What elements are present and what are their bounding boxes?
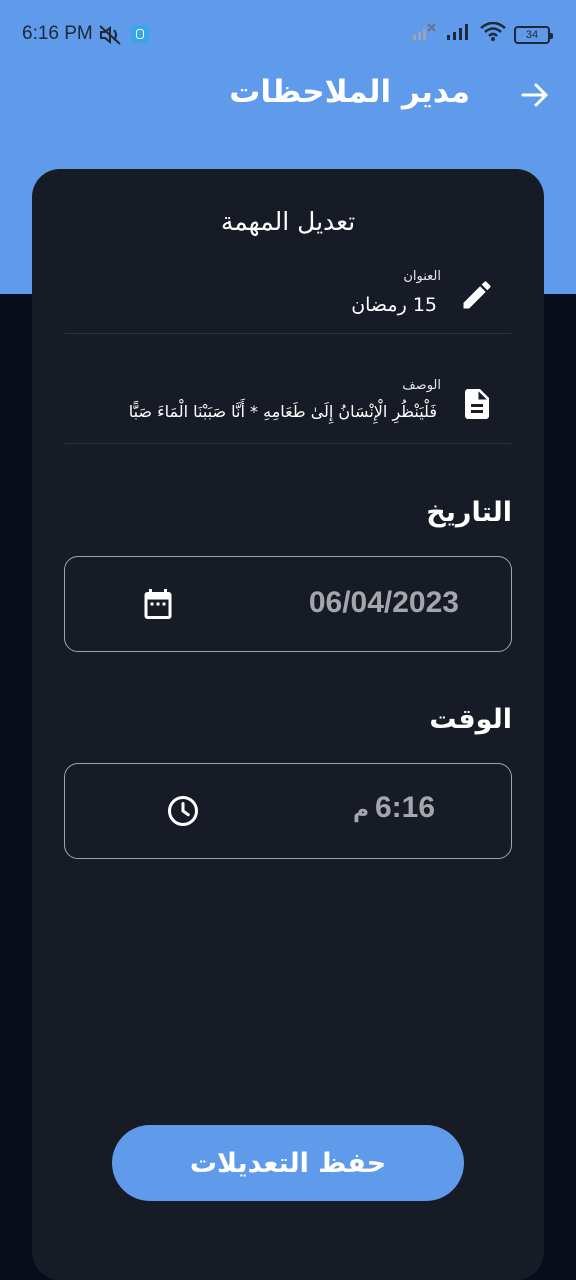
time-picker[interactable]: 6:16 م — [64, 763, 512, 859]
wifi-icon — [480, 21, 506, 47]
signal-off-icon — [412, 22, 438, 47]
description-field-value: فَلْيَنْظُرِ الْإِنْسَانُ إِلَىٰ طَعَامِ… — [128, 402, 437, 421]
app-title: مدير الملاحظات — [229, 74, 470, 110]
time-value: 6:16 — [374, 791, 435, 824]
card-heading: تعديل المهمة — [220, 207, 356, 236]
shield-app-icon — [131, 25, 149, 43]
clock-icon — [165, 793, 201, 829]
title-field[interactable]: العنوان 15 رمضان — [65, 262, 511, 334]
description-field-label: الوصف — [402, 378, 441, 393]
date-section-label: التاريخ — [426, 497, 512, 528]
date-picker[interactable]: 06/04/2023 — [64, 556, 512, 652]
date-value: 06/04/2023 — [308, 586, 459, 619]
title-field-label: العنوان — [403, 269, 441, 284]
signal-icon — [446, 22, 472, 47]
battery-icon: 34 — [514, 25, 553, 44]
document-icon — [459, 386, 495, 422]
save-changes-button[interactable]: حفظ التعديلات — [112, 1125, 464, 1201]
description-field[interactable]: الوصف فَلْيَنْظُرِ الْإِنْسَانُ إِلَىٰ ط… — [65, 370, 511, 444]
title-field-value: 15 رمضان — [351, 294, 437, 316]
time-section-label: الوقت — [429, 704, 512, 735]
calendar-icon — [140, 586, 176, 622]
status-bar: 6:16 PM 34 — [0, 0, 576, 68]
time-period: م — [353, 798, 370, 823]
arrow-forward-icon[interactable] — [520, 80, 550, 110]
status-time: 6:16 PM — [22, 23, 93, 44]
edit-pencil-icon — [459, 277, 495, 313]
mute-icon — [98, 24, 124, 51]
